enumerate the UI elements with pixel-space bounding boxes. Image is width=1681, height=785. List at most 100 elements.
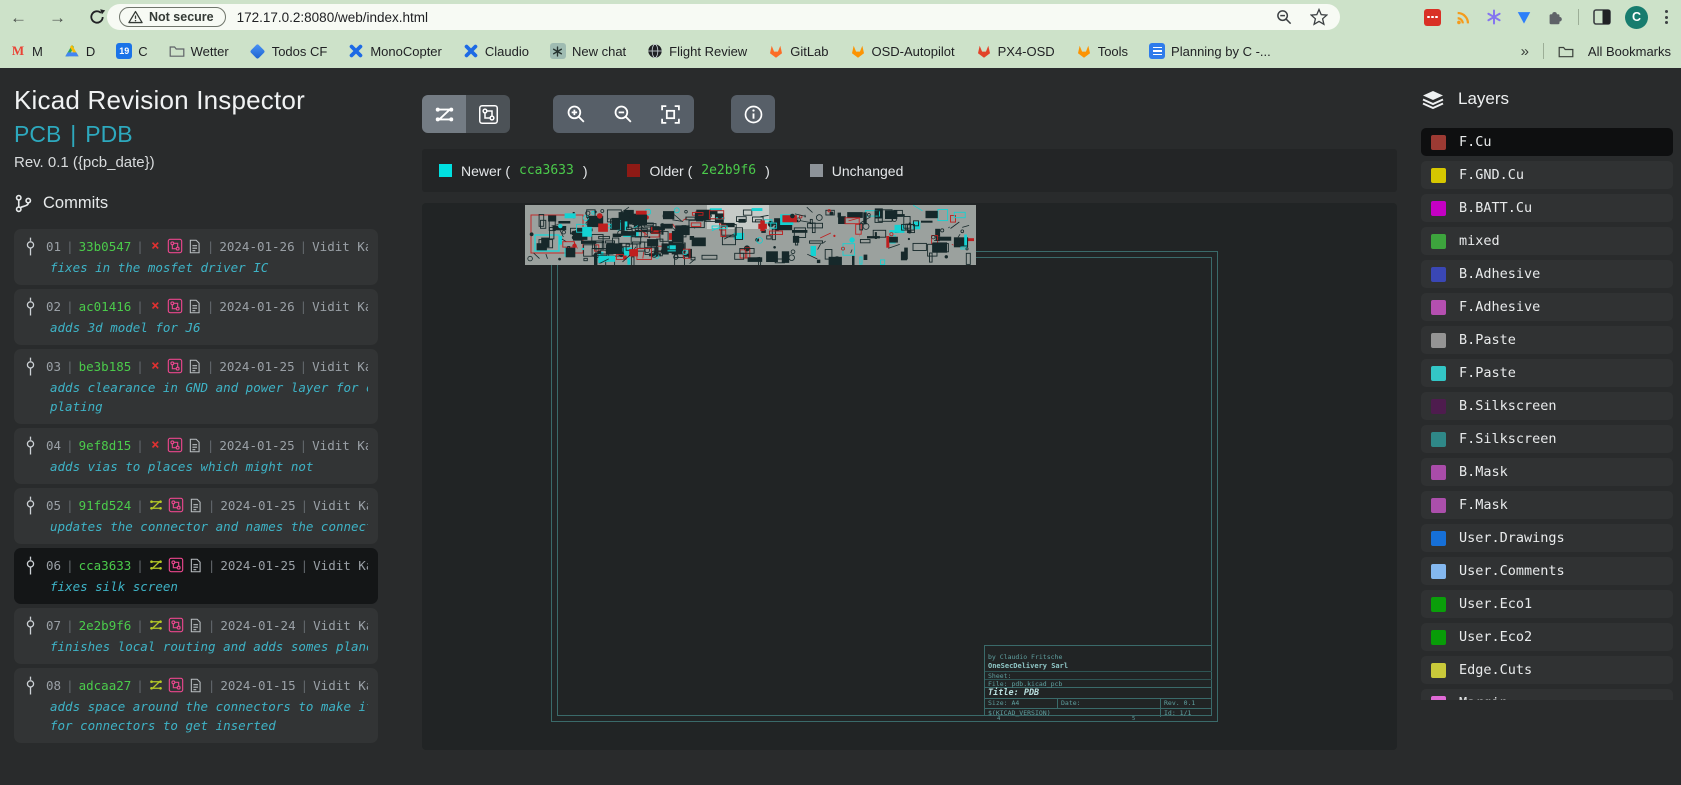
layer-item[interactable]: B.Paste (1421, 326, 1673, 354)
commit-hash-link[interactable]: 91fd524 (79, 498, 132, 513)
close-icon[interactable]: × (149, 298, 162, 314)
layer-item[interactable]: mixed (1421, 227, 1673, 255)
pcb-icon[interactable] (167, 298, 183, 314)
commit-hash-link[interactable]: ac01416 (79, 299, 132, 314)
layer-item[interactable]: F.Adhesive (1421, 293, 1673, 321)
layer-item[interactable]: B.BATT.Cu (1421, 194, 1673, 222)
commit-item[interactable]: 07 | 2e2b9f6 | | 2024-01-24 | Vidit Kat … (14, 608, 378, 664)
reload-icon[interactable] (88, 8, 106, 26)
zoom-in-button[interactable] (553, 95, 600, 133)
bookmark-gitlab[interactable]: GitLab (768, 43, 828, 59)
diff-icon[interactable] (149, 558, 163, 572)
bookmark-wetter[interactable]: Wetter (169, 43, 229, 59)
pcb-icon[interactable] (168, 617, 184, 633)
forward-icon[interactable]: → (49, 9, 66, 26)
commit-hash-link[interactable]: 33b0547 (79, 239, 132, 254)
close-icon[interactable]: × (149, 238, 162, 254)
pcb-icon[interactable] (168, 557, 184, 573)
document-icon[interactable] (187, 359, 202, 374)
diff-view-button[interactable] (422, 95, 466, 133)
diff-icon[interactable] (149, 498, 163, 512)
commit-item[interactable]: 08 | adcaa27 | | 2024-01-15 | Vidit Kat … (14, 668, 378, 743)
close-icon[interactable]: × (149, 437, 162, 453)
bookmark-monocopter[interactable]: MonoCopter (348, 43, 442, 59)
bookmark-osd-autopilot[interactable]: OSD-Autopilot (850, 43, 955, 59)
bookmark-new-chat[interactable]: New chat (550, 43, 626, 59)
layer-item[interactable]: Margin (1421, 689, 1673, 700)
layer-item[interactable]: User.Eco2 (1421, 623, 1673, 651)
zoom-icon[interactable] (1276, 9, 1293, 26)
bookmark-claudio[interactable]: Claudio (463, 43, 529, 59)
document-icon[interactable] (188, 498, 203, 513)
info-button[interactable] (731, 95, 775, 133)
layer-item[interactable]: F.Silkscreen (1421, 425, 1673, 453)
bookmark-px4-osd[interactable]: PX4-OSD (976, 43, 1055, 59)
layer-item[interactable]: User.Drawings (1421, 524, 1673, 552)
layer-item[interactable]: F.Mask (1421, 491, 1673, 519)
commit-item[interactable]: 02 | ac01416 | × | 2024-01-26 | Vidit Ka… (14, 289, 378, 345)
vimium-icon[interactable] (1516, 9, 1532, 25)
commit-item-selected[interactable]: 06 | cca3633 | | 2024-01-25 | Vidit Kat … (14, 548, 378, 604)
asterisk-icon[interactable] (1486, 9, 1502, 25)
bookmarks-overflow[interactable]: » (1521, 43, 1529, 60)
document-icon[interactable] (187, 239, 202, 254)
bookmark-tools[interactable]: Tools (1076, 43, 1128, 59)
separator: | (301, 678, 309, 693)
layer-item[interactable]: F.GND.Cu (1421, 161, 1673, 189)
document-icon[interactable] (187, 299, 202, 314)
bookmark-drive[interactable]: D (64, 43, 95, 59)
bookmark-flight-review[interactable]: Flight Review (647, 43, 747, 59)
zoom-out-button[interactable] (600, 95, 647, 133)
back-icon[interactable]: ← (10, 9, 27, 26)
pcb-icon[interactable] (167, 238, 183, 254)
layer-item[interactable]: B.Mask (1421, 458, 1673, 486)
bookmark-planning[interactable]: Planning by C -... (1149, 43, 1271, 59)
zoom-fit-button[interactable] (647, 95, 694, 133)
commit-hash-link[interactable]: adcaa27 (79, 678, 132, 693)
pcb-icon[interactable] (167, 358, 183, 374)
commit-hash-link[interactable]: 9ef8d15 (79, 438, 132, 453)
layer-item[interactable]: F.Paste (1421, 359, 1673, 387)
layer-item[interactable]: B.Adhesive (1421, 260, 1673, 288)
nav-link-pdb[interactable]: PDB (85, 121, 132, 148)
layer-item-selected[interactable]: F.Cu (1421, 128, 1673, 156)
bookmark-gmail[interactable]: M M (10, 43, 43, 59)
bookmark-todos-cf[interactable]: Todos CF (250, 43, 328, 59)
pcb-icon[interactable] (168, 497, 184, 513)
commit-item[interactable]: 01 | 33b0547 | × | 2024-01-26 | Vidit Ka… (14, 229, 378, 285)
commit-item[interactable]: 05 | 91fd524 | | 2024-01-25 | Vidit Kat … (14, 488, 378, 544)
nav-link-pcb[interactable]: PCB (14, 121, 61, 148)
profile-avatar[interactable]: C (1625, 6, 1648, 29)
board-view-button[interactable] (466, 95, 510, 133)
close-icon[interactable]: × (149, 358, 162, 374)
diff-icon[interactable] (149, 618, 163, 632)
pcb-canvas[interactable]: 4 5 by Claudio Fritsche OneSecDelivery S… (422, 203, 1397, 750)
document-icon[interactable] (188, 678, 203, 693)
layer-item[interactable]: User.Comments (1421, 557, 1673, 585)
document-icon[interactable] (188, 558, 203, 573)
commit-hash-link[interactable]: 2e2b9f6 (79, 618, 132, 633)
star-icon[interactable] (1310, 8, 1328, 26)
side-panel-icon[interactable] (1593, 9, 1611, 25)
pcb-icon[interactable] (168, 677, 184, 693)
document-icon[interactable] (187, 438, 202, 453)
adblock-icon[interactable] (1424, 9, 1441, 26)
security-chip[interactable]: Not secure (119, 7, 226, 27)
url-bar[interactable]: Not secure 172.17.0.2:8080/web/index.htm… (107, 4, 1340, 30)
layer-item[interactable]: B.Silkscreen (1421, 392, 1673, 420)
pcb-icon[interactable] (167, 437, 183, 453)
commit-item[interactable]: 04 | 9ef8d15 | × | 2024-01-25 | Vidit Ka… (14, 428, 378, 484)
pcb-board-art (525, 205, 976, 265)
diff-icon[interactable] (149, 678, 163, 692)
puzzle-icon[interactable] (1546, 8, 1564, 26)
bookmark-calendar[interactable]: 19 C (116, 43, 147, 59)
commit-hash-link[interactable]: be3b185 (79, 359, 132, 374)
layer-item[interactable]: User.Eco1 (1421, 590, 1673, 618)
layer-item[interactable]: Edge.Cuts (1421, 656, 1673, 684)
document-icon[interactable] (188, 618, 203, 633)
commit-item[interactable]: 03 | be3b185 | × | 2024-01-25 | Vidit Ka… (14, 349, 378, 424)
rss-icon[interactable] (1455, 9, 1472, 26)
kebab-menu-icon[interactable] (1662, 10, 1671, 24)
commit-hash-link[interactable]: cca3633 (79, 558, 132, 573)
all-bookmarks-button[interactable]: All Bookmarks (1588, 44, 1671, 59)
